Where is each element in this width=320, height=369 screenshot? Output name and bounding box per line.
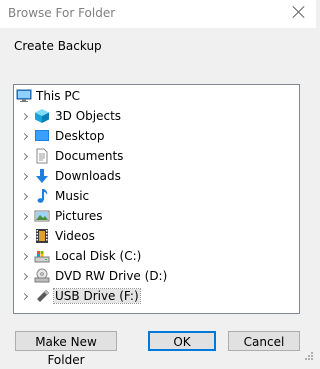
tree-item-label: Videos — [55, 229, 95, 243]
usb-drive-icon — [34, 288, 50, 304]
tree-item-this-pc[interactable]: This PC — [14, 86, 299, 106]
expand-chevron-icon[interactable] — [20, 172, 29, 181]
tree-item-downloads[interactable]: Downloads — [14, 166, 299, 186]
tree-item-dvd-drive[interactable]: DVD RW Drive (D:) — [14, 266, 299, 286]
computer-icon — [16, 88, 32, 104]
tree-item-label: Local Disk (C:) — [55, 249, 142, 263]
make-new-folder-button[interactable]: Make New Folder — [15, 331, 117, 367]
local-disk-icon — [34, 248, 50, 264]
tree-item-local-disk[interactable]: Local Disk (C:) — [14, 246, 299, 266]
tree-item-label: Downloads — [55, 169, 121, 183]
tree-item-desktop[interactable]: Desktop — [14, 126, 299, 146]
expand-chevron-icon[interactable] — [20, 132, 29, 141]
resize-grip-icon[interactable] — [304, 350, 314, 360]
tree-item-music[interactable]: Music — [14, 186, 299, 206]
tree-item-label: Documents — [55, 149, 124, 163]
documents-icon — [34, 148, 50, 164]
expand-chevron-icon[interactable] — [20, 232, 29, 241]
dvd-drive-icon — [34, 268, 50, 284]
videos-icon — [34, 228, 50, 244]
expand-chevron-icon[interactable] — [20, 192, 29, 201]
tree-item-label: Music — [55, 189, 90, 203]
music-icon — [34, 188, 50, 204]
tree-item-label: Pictures — [55, 209, 103, 223]
tree-item-label: 3D Objects — [55, 109, 122, 123]
expand-chevron-icon[interactable] — [20, 112, 29, 121]
folder-tree[interactable]: This PC 3D Objects Desktop Documents Dow… — [13, 84, 300, 314]
expand-chevron-icon[interactable] — [20, 292, 29, 301]
title-bar: Browse For Folder — [0, 0, 316, 28]
dialog-description: Create Backup — [14, 39, 102, 53]
close-icon[interactable] — [289, 3, 309, 23]
tree-item-label: This PC — [36, 89, 80, 103]
desktop-icon — [34, 128, 50, 144]
expand-chevron-icon[interactable] — [20, 272, 29, 281]
tree-item-label: USB Drive (F:) — [53, 288, 141, 304]
tree-item-pictures[interactable]: Pictures — [14, 206, 299, 226]
cancel-button[interactable]: Cancel — [228, 331, 300, 351]
tree-item-usb-drive[interactable]: USB Drive (F:) — [14, 286, 299, 306]
pictures-icon — [34, 208, 50, 224]
ok-button[interactable]: OK — [148, 331, 216, 351]
expand-chevron-icon[interactable] — [20, 212, 29, 221]
tree-item-3d-objects[interactable]: 3D Objects — [14, 106, 299, 126]
expand-chevron-icon[interactable] — [20, 152, 29, 161]
3d-objects-icon — [34, 108, 50, 124]
tree-item-label: DVD RW Drive (D:) — [55, 269, 168, 283]
expand-chevron-icon[interactable] — [20, 252, 29, 261]
downloads-icon — [34, 168, 50, 184]
tree-item-videos[interactable]: Videos — [14, 226, 299, 246]
tree-item-label: Desktop — [55, 129, 105, 143]
window-title: Browse For Folder — [8, 6, 116, 20]
tree-item-documents[interactable]: Documents — [14, 146, 299, 166]
